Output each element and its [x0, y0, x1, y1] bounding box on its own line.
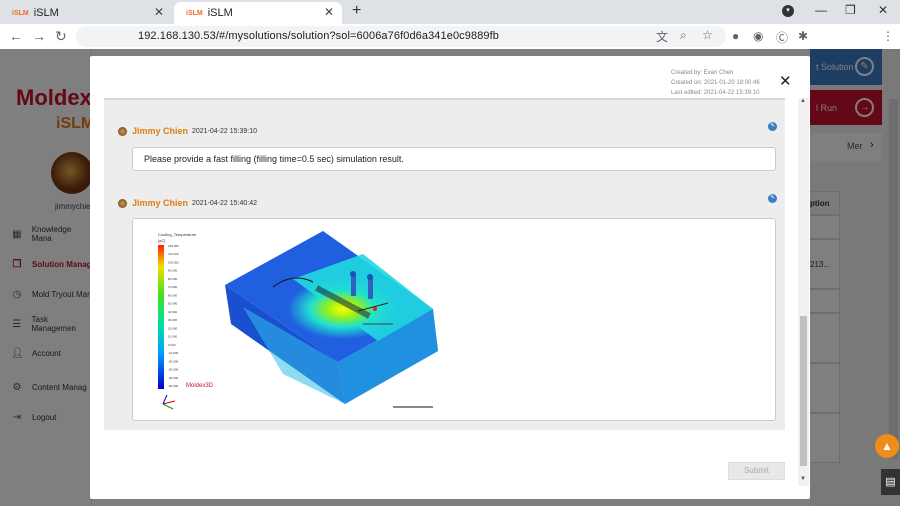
legend-value: 50.000 — [168, 302, 178, 306]
legend-title: Cooling_Temperature — [158, 232, 197, 237]
comment-text: Please provide a fast filling (filling t… — [132, 147, 776, 171]
submit-button[interactable]: Submit — [728, 462, 785, 480]
close-icon[interactable]: ✕ — [154, 5, 164, 19]
extension-icon[interactable]: Ⓒ — [776, 29, 788, 46]
avatar — [118, 199, 127, 208]
modal-scrollbar[interactable]: ▲ ▼ — [798, 98, 809, 486]
extension-icon[interactable]: ● — [732, 29, 739, 43]
scroll-down-icon[interactable]: ▼ — [800, 476, 806, 482]
edit-icon[interactable]: ✎ — [768, 194, 777, 203]
legend-value: 20.000 — [168, 326, 178, 330]
legend-value: 110.000 — [168, 252, 179, 256]
browser-tab-2[interactable]: iSLM iSLM ✕ — [174, 2, 342, 24]
chevron-down-icon[interactable]: ▾ — [782, 5, 794, 17]
translate-icon[interactable]: 文 — [656, 28, 668, 45]
url-text: 192.168.130.53/#/mysolutions/solution?so… — [138, 30, 500, 42]
axis-triad-icon — [162, 394, 176, 410]
comment-attachment[interactable]: Cooling_Temperature [oC] 120.000 110.000 1… — [132, 218, 776, 421]
puzzle-icon[interactable]: ✱ — [798, 29, 808, 43]
comment-date: 2021-04-22 15:39:10 — [192, 128, 257, 135]
address-bar[interactable]: 192.168.130.53/#/mysolutions/solution?so… — [76, 26, 726, 47]
back-icon[interactable]: ← — [9, 28, 23, 44]
legend-value: 0.000 — [168, 343, 176, 347]
legend-value: -20.000 — [168, 359, 179, 363]
extension-icon[interactable]: ◉ — [753, 29, 763, 43]
legend-value: 60.000 — [168, 293, 178, 297]
avatar — [118, 127, 127, 136]
tab-title: iSLM — [207, 7, 233, 19]
browser-tab-bar: iSLM iSLM ✕ iSLM iSLM ✕ + ▾ — ❐ ✕ — [0, 0, 900, 24]
simulation-result-image: Cooling_Temperature [oC] 120.000110.0001… — [158, 231, 438, 410]
legend-value: 100.000 — [168, 260, 179, 264]
scroll-top-button[interactable]: ▲ — [875, 434, 899, 458]
scroll-up-icon[interactable]: ▲ — [800, 98, 806, 104]
legend-value: 10.000 — [168, 335, 178, 339]
restore-icon[interactable]: ❐ — [845, 3, 856, 17]
close-window-icon[interactable]: ✕ — [878, 3, 888, 17]
new-tab-icon[interactable]: + — [352, 2, 361, 20]
comment-author: Jimmy Chien — [132, 126, 189, 136]
legend-value: 80.000 — [168, 277, 178, 281]
watermark: Moldex3D — [186, 383, 214, 389]
legend-value: 30.000 — [168, 318, 178, 322]
comment-thread: Jimmy Chien 2021-04-22 15:39:10 ✎ Please… — [104, 98, 785, 430]
browser-toolbar: ← → ↻ 192.168.130.53/#/mysolutions/solut… — [0, 24, 900, 49]
legend-value: -40.000 — [168, 376, 179, 380]
close-icon[interactable]: ✕ — [779, 72, 792, 90]
tab-logo-icon: iSLM — [12, 9, 29, 17]
legend-value: -50.000 — [168, 384, 179, 388]
browser-tab-1[interactable]: iSLM iSLM ✕ — [0, 2, 172, 24]
solution-comments-modal: Created by: Evan Chen Created on: 2021-0… — [90, 56, 810, 499]
tab-title: iSLM — [33, 7, 59, 19]
tab-logo-icon: iSLM — [186, 9, 203, 17]
minimize-icon[interactable]: — — [815, 3, 827, 17]
scroll-thumb[interactable] — [800, 316, 807, 466]
legend-value: 90.000 — [168, 269, 178, 273]
chat-icon[interactable]: ▤ — [881, 469, 900, 495]
legend-value: 120.000 — [168, 244, 179, 248]
legend-unit: [oC] — [158, 238, 165, 243]
last-edited: Last edited: 2021-04-22 15:39:10 — [671, 90, 760, 96]
reload-icon[interactable]: ↻ — [55, 28, 67, 45]
star-icon[interactable]: ☆ — [702, 28, 713, 42]
divider — [104, 98, 785, 100]
mold-3d-model — [225, 231, 438, 408]
legend-value: 40.000 — [168, 310, 178, 314]
legend-values: 120.000 110.000 100.000 90.000 80.000 70.000 6… — [168, 244, 179, 388]
forward-icon[interactable]: → — [32, 28, 46, 44]
legend-value: 70.000 — [168, 285, 178, 289]
zoom-icon[interactable]: ⌕ — [680, 28, 687, 43]
created-on: Created on: 2021-01-20 18:00:46 — [671, 80, 760, 86]
comment-author: Jimmy Chien — [132, 198, 189, 208]
legend-value: -30.000 — [168, 368, 179, 372]
comment-date: 2021-04-22 15:40:42 — [192, 200, 257, 207]
edit-icon[interactable]: ✎ — [768, 122, 777, 131]
legend-value: -10.000 — [168, 351, 179, 355]
more-vert-icon[interactable]: ⋮ — [882, 29, 894, 43]
color-legend-bar — [158, 245, 164, 389]
close-icon[interactable]: ✕ — [324, 5, 334, 19]
created-by: Created by: Evan Chen — [671, 70, 734, 76]
